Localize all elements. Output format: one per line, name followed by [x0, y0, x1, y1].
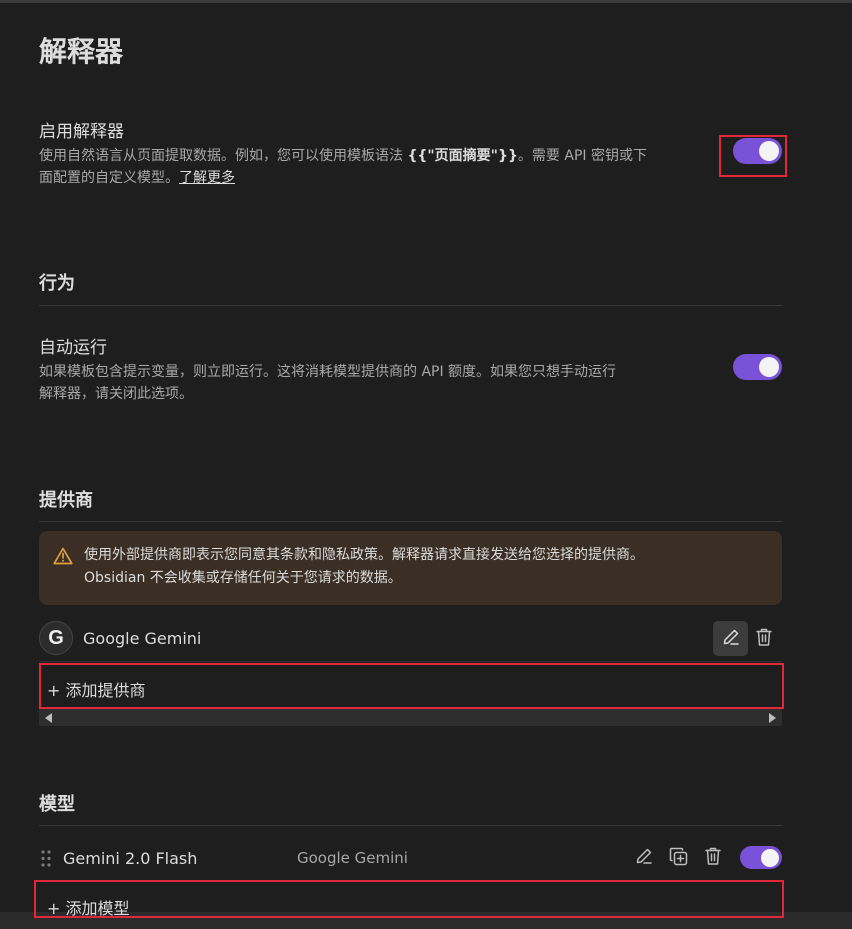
duplicate-model-button[interactable] [668, 847, 688, 870]
auto-run-setting-description: 如果模板包含提示变量，则立即运行。这将消耗模型提供商的 API 额度。如果您只想… [39, 361, 719, 405]
model-name: Gemini 2.0 Flash [63, 849, 198, 868]
models-section-heading: 模型 [39, 794, 75, 815]
auto-run-desc-line1: 如果模板包含提示变量，则立即运行。这将消耗模型提供商的 API 额度。如果您只想… [39, 364, 617, 380]
behavior-divider [39, 305, 782, 306]
window-top-border [0, 0, 852, 3]
providers-divider [39, 521, 782, 522]
add-model-button[interactable]: + 添加模型 [47, 895, 130, 919]
interpreter-desc-text-3: 面配置的自定义模型。 [39, 170, 179, 186]
trash-icon [704, 846, 722, 870]
edit-model-button[interactable] [634, 848, 654, 868]
enable-interpreter-toggle[interactable] [733, 138, 782, 164]
notice-line2: Obsidian 不会收集或存储任何关于您请求的数据。 [84, 570, 402, 586]
grip-vertical-icon[interactable] [41, 850, 51, 871]
delete-model-button[interactable] [703, 847, 723, 869]
model-provider-name: Google Gemini [297, 849, 408, 867]
copy-plus-icon [669, 847, 688, 870]
models-divider [39, 825, 782, 826]
interpreter-setting-name: 启用解释器 [39, 122, 124, 142]
provider-name: Google Gemini [83, 629, 202, 648]
model-enabled-toggle[interactable] [740, 846, 782, 869]
interpreter-setting-description: 使用自然语言从页面提取数据。例如，您可以使用模板语法 {{"页面摘要"}}。需要… [39, 145, 719, 189]
template-syntax-example: {{"页面摘要"}} [407, 148, 518, 164]
provider-notice-text: 使用外部提供商即表示您同意其条款和隐私政策。解释器请求直接发送给您选择的提供商。… [84, 544, 764, 590]
providers-section-heading: 提供商 [39, 490, 93, 511]
google-logo-icon: G [39, 621, 73, 655]
provider-row-divider [39, 661, 782, 662]
highlight-box-add-provider [39, 663, 784, 709]
pencil-icon [722, 628, 740, 650]
toggle-knob [759, 141, 779, 161]
interpreter-desc-text: 使用自然语言从页面提取数据。例如，您可以使用模板语法 [39, 148, 408, 164]
delete-provider-button[interactable] [753, 627, 775, 651]
pencil-icon [635, 847, 653, 869]
scroll-right-arrow-icon[interactable] [769, 713, 776, 723]
toggle-knob [759, 357, 779, 377]
learn-more-link[interactable]: 了解更多 [179, 170, 235, 186]
auto-run-desc-line2: 解释器，请关闭此选项。 [39, 386, 193, 402]
trash-icon [755, 627, 773, 651]
edit-provider-button[interactable] [713, 621, 748, 656]
behavior-section-heading: 行为 [39, 273, 75, 294]
toggle-knob [761, 848, 779, 867]
add-provider-button[interactable]: + 添加提供商 [47, 677, 146, 701]
horizontal-scrollbar[interactable] [39, 709, 782, 726]
interpreter-desc-text-2: 。需要 API 密钥或下 [517, 148, 647, 164]
provider-notice-callout: 使用外部提供商即表示您同意其条款和隐私政策。解释器请求直接发送给您选择的提供商。… [39, 531, 782, 605]
page-title: 解释器 [39, 35, 124, 68]
alert-triangle-icon [53, 547, 73, 569]
scroll-left-arrow-icon[interactable] [45, 713, 52, 723]
auto-run-setting-name: 自动运行 [39, 338, 107, 358]
auto-run-toggle[interactable] [733, 354, 782, 380]
notice-line1: 使用外部提供商即表示您同意其条款和隐私政策。解释器请求直接发送给您选择的提供商。 [84, 547, 644, 563]
